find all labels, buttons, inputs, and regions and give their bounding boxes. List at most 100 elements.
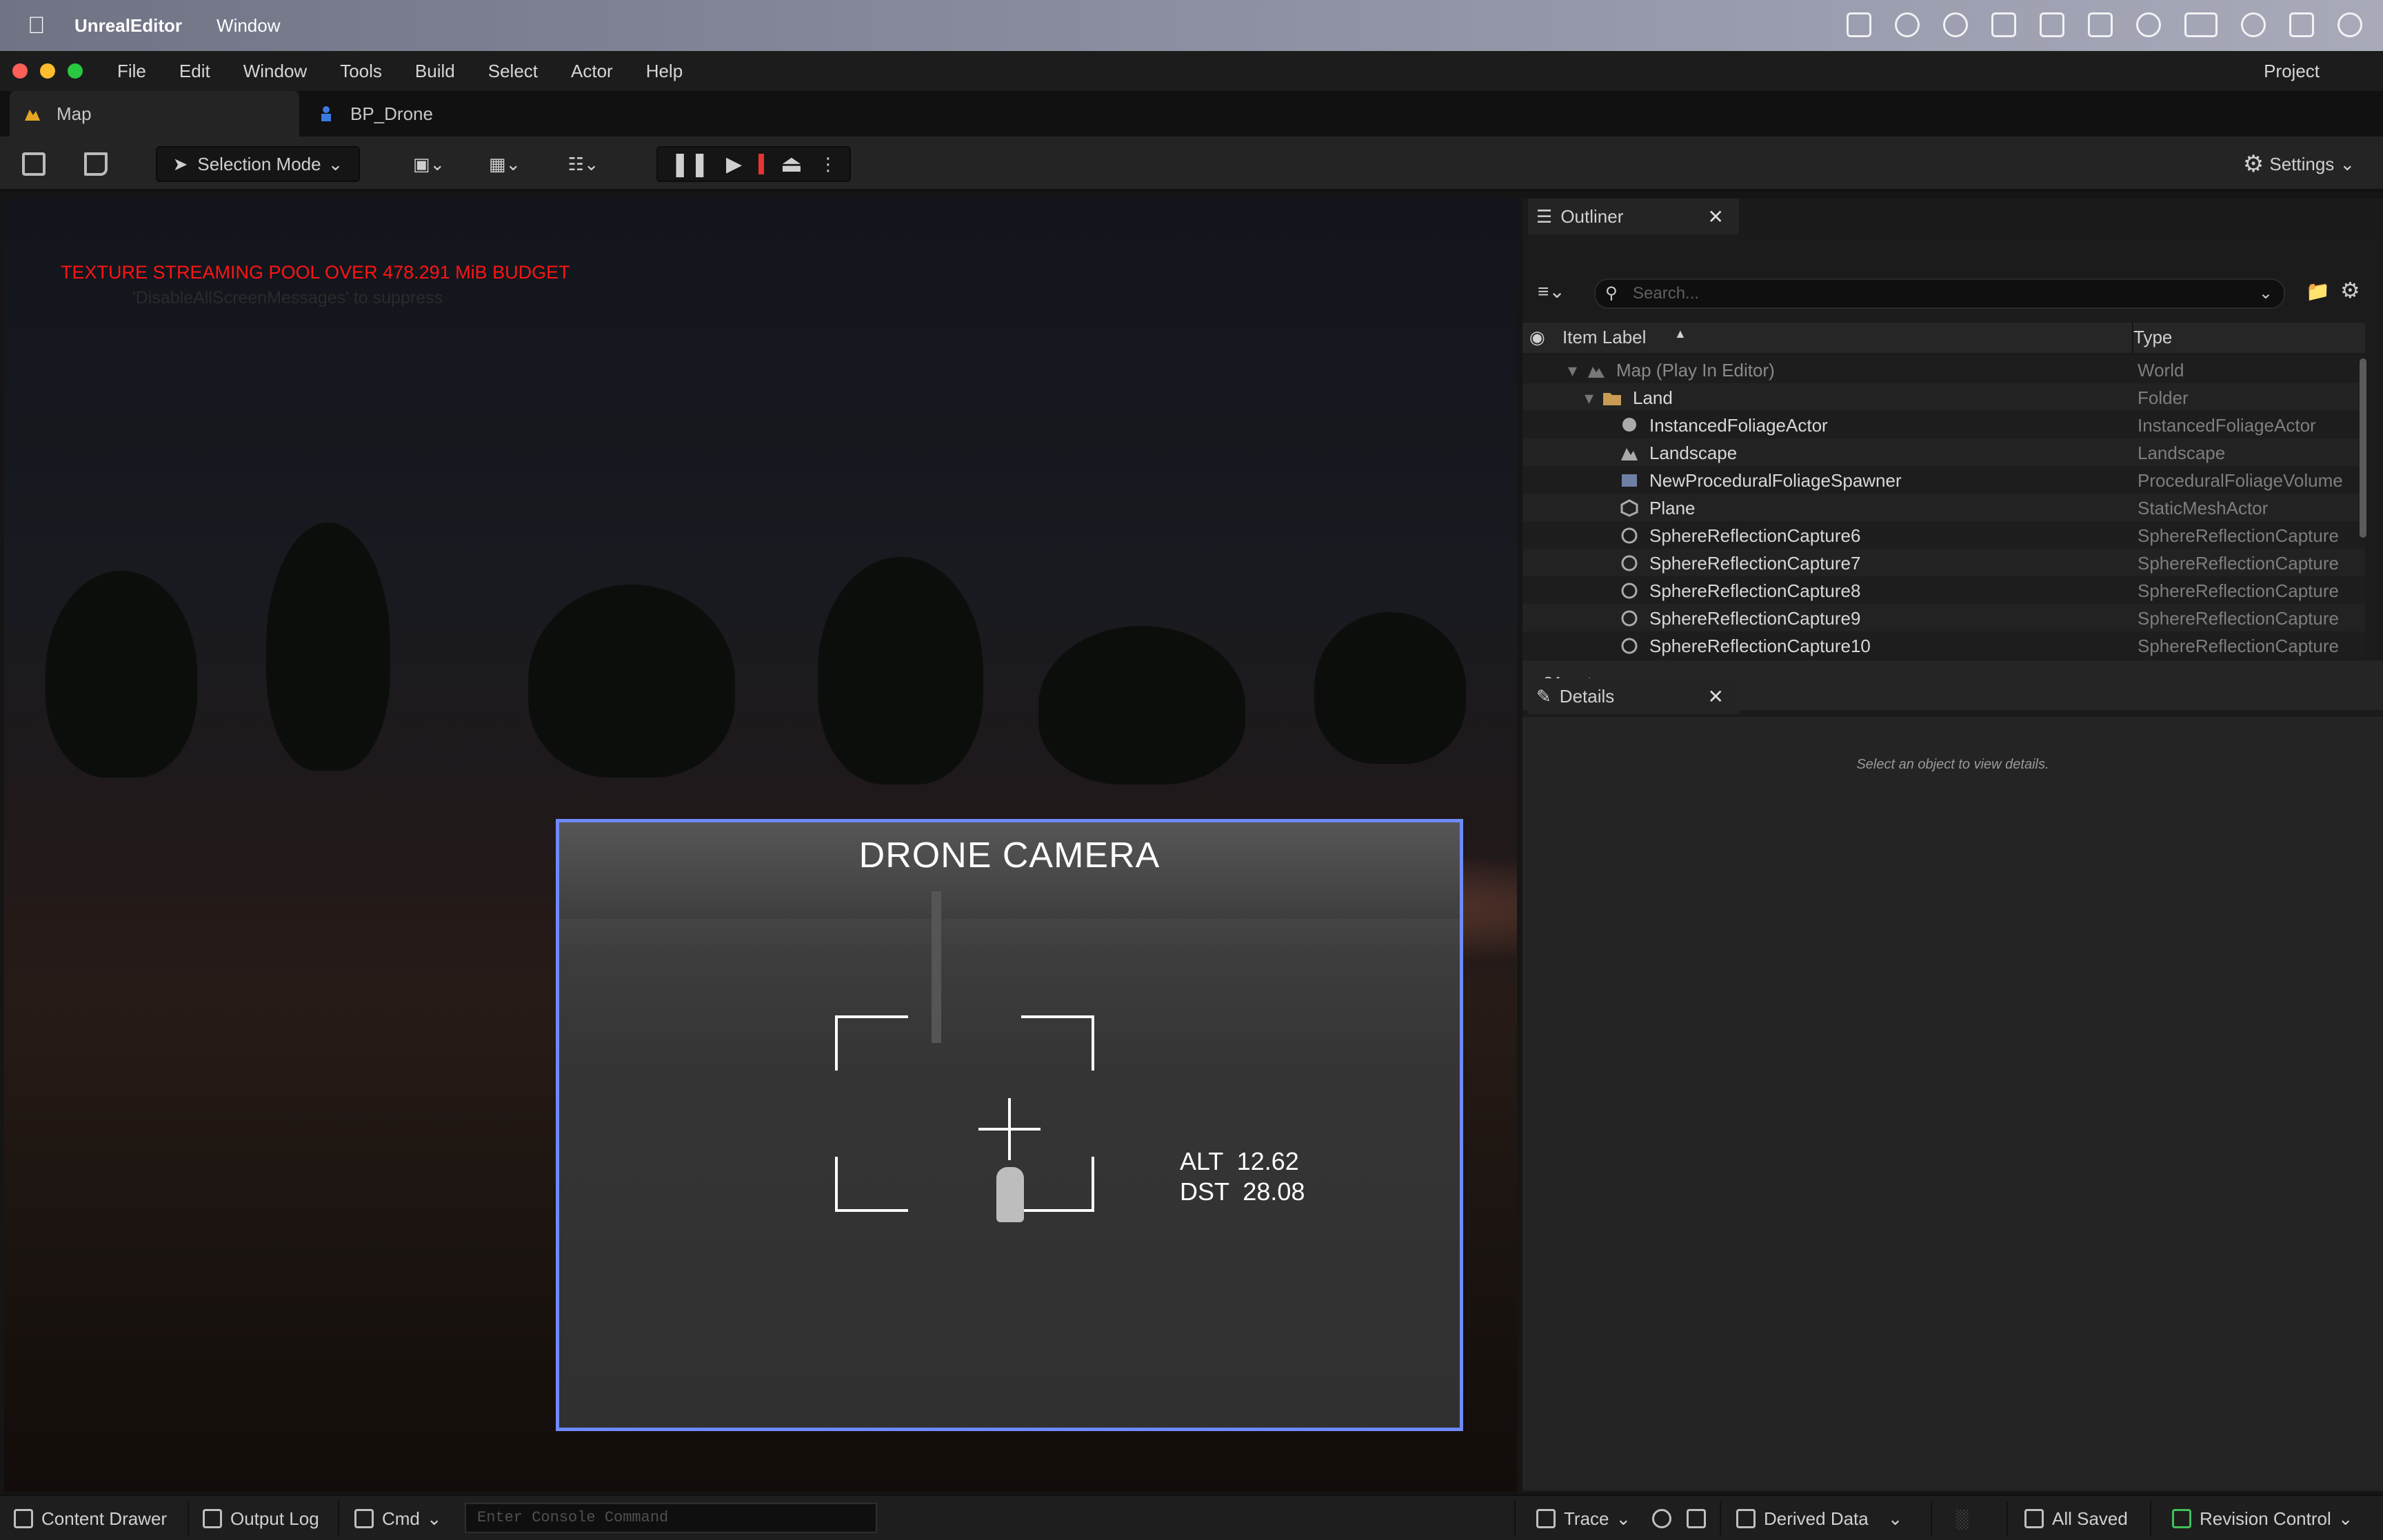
console-command-input[interactable]: Enter Console Command (465, 1503, 877, 1533)
minimize-window-button[interactable] (40, 63, 55, 79)
chat-icon[interactable] (1895, 12, 1920, 37)
eye-icon[interactable]: ◉ (1529, 327, 1545, 348)
menu-file[interactable]: File (117, 61, 146, 82)
reflection-icon (1620, 637, 1638, 655)
selection-mode-dropdown[interactable]: ➤ Selection Mode ⌄ (156, 146, 360, 182)
tree-silhouette (1314, 612, 1466, 764)
row-type: Landscape (2138, 443, 2226, 463)
drone-camera-title: DRONE CAMERA (858, 835, 1160, 875)
reticle-bracket-bottom-left (835, 1157, 908, 1212)
reticle-bracket-top-left (835, 1015, 908, 1071)
all-saved-button[interactable]: All Saved (2024, 1503, 2128, 1534)
menu-select[interactable]: Select (488, 61, 538, 82)
menu-window[interactable]: Window (243, 61, 307, 82)
outliner-tab[interactable]: ☰ Outliner ✕ (1528, 199, 1739, 234)
menu-edit[interactable]: Edit (179, 61, 210, 82)
gear-icon[interactable]: ⚙ (2340, 277, 2360, 303)
screenshot-icon[interactable] (1687, 1503, 1714, 1534)
outliner-row[interactable]: SphereReflectionCapture7 SphereReflectio… (1522, 549, 2365, 576)
step-frame-icon[interactable]: ▶ (726, 152, 742, 176)
reflection-icon (1620, 527, 1638, 545)
save-icon[interactable] (18, 146, 50, 182)
terminal-icon (354, 1509, 374, 1528)
chevron-down-icon[interactable]: ⌄ (2259, 280, 2273, 307)
close-icon[interactable]: ✕ (1708, 685, 1724, 708)
outliner-row[interactable]: SphereReflectionCapture6 SphereReflectio… (1522, 521, 2365, 549)
menu-tools[interactable]: Tools (340, 61, 382, 82)
window-stack-icon[interactable] (2040, 12, 2064, 37)
zoom-window-button[interactable] (68, 63, 83, 79)
record-icon[interactable] (1652, 1503, 1680, 1534)
filter-icon[interactable]: ≡⌄ (1538, 280, 1565, 303)
cmd-dropdown[interactable]: Cmd ⌄ (354, 1503, 442, 1534)
eject-icon[interactable]: ⏏ (781, 150, 803, 178)
pause-icon[interactable]: ❚❚ (670, 150, 710, 178)
bluetooth-icon[interactable] (2136, 12, 2161, 37)
outliner-scrollbar[interactable] (2360, 358, 2366, 538)
outliner-row[interactable]: InstancedFoliageActor InstancedFoliageAc… (1522, 411, 2365, 438)
keyboard-icon[interactable] (1847, 12, 1871, 37)
status-bar: Content Drawer Output Log Cmd ⌄ Enter Co… (0, 1495, 2383, 1540)
outliner-search-input[interactable]: ⚲ Search... ⌄ (1594, 278, 2285, 309)
collapse-arrow-icon[interactable]: ▾ (1585, 387, 1593, 409)
details-tab[interactable]: ✎ Details ✕ (1528, 678, 1739, 714)
outliner-row[interactable]: Plane StaticMeshActor (1522, 494, 2365, 521)
clock-icon[interactable] (2337, 12, 2362, 37)
project-label[interactable]: Project (2264, 61, 2320, 82)
collapse-arrow-icon[interactable]: ▾ (1568, 360, 1577, 381)
outliner-row[interactable]: SphereReflectionCapture10 SphereReflecti… (1522, 631, 2365, 659)
menu-actor[interactable]: Actor (571, 61, 613, 82)
outliner-row[interactable]: SphereReflectionCapture9 SphereReflectio… (1522, 604, 2365, 631)
settings-button[interactable]: ⚙ Settings ⌄ (2230, 146, 2368, 182)
more-options-icon[interactable]: ⋮ (819, 154, 837, 175)
stop-icon[interactable] (758, 154, 764, 174)
cinematics-button[interactable]: ☷⌄ (556, 146, 611, 182)
wifi-icon[interactable] (2241, 12, 2266, 37)
browse-icon[interactable] (79, 146, 113, 182)
menu-help[interactable]: Help (646, 61, 683, 82)
cmd-label: Cmd (382, 1508, 420, 1529)
texture-streaming-warning: TEXTURE STREAMING POOL OVER 478.291 MiB … (61, 262, 570, 283)
separator (1720, 1501, 1721, 1536)
close-icon[interactable]: ✕ (1708, 205, 1724, 228)
outliner-row[interactable]: ▾ Map (Play In Editor) World (1522, 356, 2365, 383)
content-drawer-label: Content Drawer (41, 1508, 168, 1529)
trace-dropdown[interactable]: Trace ⌄ (1536, 1503, 1631, 1534)
output-log-button[interactable]: Output Log (203, 1503, 319, 1534)
type-column[interactable]: Type (2133, 327, 2172, 348)
level-viewport[interactable]: TEXTURE STREAMING POOL OVER 478.291 MiB … (4, 199, 1517, 1492)
content-drawer-button[interactable]: Content Drawer (14, 1503, 167, 1534)
app-name[interactable]: UnrealEditor (74, 15, 182, 37)
tab-map[interactable]: Map (10, 91, 299, 136)
outliner-row[interactable]: Landscape Landscape (1522, 438, 2365, 466)
derived-data-icon (1736, 1509, 1756, 1528)
shield-icon[interactable] (1991, 12, 2016, 37)
control-center-icon[interactable] (2289, 12, 2314, 37)
sidebar-icon[interactable] (2088, 12, 2113, 37)
add-folder-icon[interactable]: 📁 (2306, 280, 2330, 303)
menu-build[interactable]: Build (415, 61, 455, 82)
performance-icon[interactable]: ░ (1955, 1503, 1968, 1534)
revision-control-dropdown[interactable]: Revision Control ⌄ (2172, 1503, 2353, 1534)
outliner-row[interactable]: ▾ Land Folder (1522, 383, 2365, 411)
apple-icon[interactable]:  (28, 12, 51, 39)
derived-data-dropdown[interactable]: Derived Data ⌄ (1736, 1503, 1903, 1534)
tree-silhouette (266, 523, 390, 771)
battery-icon[interactable] (2184, 12, 2218, 37)
item-label-column[interactable]: Item Label (1562, 327, 1646, 348)
separator (1931, 1501, 1932, 1536)
outliner-row[interactable]: SphereReflectionCapture8 SphereReflectio… (1522, 576, 2365, 604)
chevron-down-icon: ⌄ (426, 1508, 442, 1529)
reflection-icon (1620, 609, 1638, 627)
add-actor-button[interactable]: ▣⌄ (403, 146, 455, 182)
play-circle-icon[interactable] (1943, 12, 1968, 37)
blueprint-menu-button[interactable]: ▦⌄ (479, 146, 531, 182)
chevron-down-icon: ⌄ (2340, 153, 2355, 174)
close-window-button[interactable] (12, 63, 28, 79)
tab-bp-drone[interactable]: BP_Drone (303, 91, 510, 136)
derived-data-label: Derived Data (1764, 1508, 1869, 1529)
chevron-down-icon: ⌄ (2337, 1508, 2353, 1529)
macos-window-menu[interactable]: Window (217, 15, 280, 37)
outliner-row[interactable]: NewProceduralFoliageSpawner ProceduralFo… (1522, 466, 2365, 494)
save-status-icon (2024, 1509, 2044, 1528)
